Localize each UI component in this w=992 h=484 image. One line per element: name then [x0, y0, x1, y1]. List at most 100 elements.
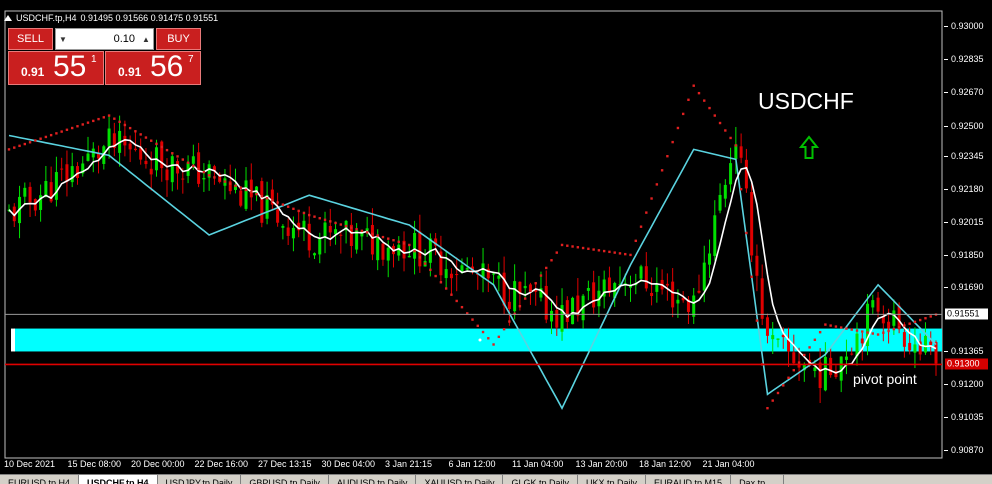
- parabolic-sar-dot: [444, 287, 448, 290]
- candle-body: [312, 253, 316, 256]
- parabolic-sar-dot: [576, 246, 580, 249]
- parabolic-sar-dot: [13, 146, 16, 149]
- parabolic-sar-dot: [171, 152, 174, 155]
- parabolic-sar-dot: [808, 346, 811, 349]
- parabolic-sar-dot: [365, 231, 369, 234]
- candle-body: [676, 299, 680, 304]
- parabolic-sar-dot: [592, 248, 595, 251]
- candle-body: [565, 300, 569, 322]
- sell-quote[interactable]: 0.91 55 1: [8, 50, 104, 85]
- decrease-lot-icon[interactable]: ▼: [56, 35, 70, 44]
- lot-size-stepper[interactable]: ▼ 0.10 ▲: [55, 28, 154, 50]
- parabolic-sar-dot: [234, 184, 237, 187]
- parabolic-sar-dot: [297, 209, 300, 213]
- parabolic-sar-dot: [666, 154, 669, 158]
- parabolic-sar-dot: [587, 247, 590, 250]
- parabolic-sar-dot: [571, 245, 574, 248]
- candle-body: [444, 269, 448, 279]
- chart-header: USDCHF.tp,H4 0.91495 0.91566 0.91475 0.9…: [4, 11, 218, 25]
- ohlc-values: 0.91495 0.91566 0.91475 0.91551: [80, 13, 219, 23]
- candle-body: [792, 352, 796, 364]
- buy-button[interactable]: BUY: [156, 28, 201, 50]
- candle-body: [276, 209, 280, 223]
- candle-body: [871, 300, 875, 308]
- candle-body: [713, 215, 717, 256]
- parabolic-sar-dot: [118, 120, 121, 124]
- parabolic-sar-dot: [49, 133, 53, 137]
- parabolic-sar-dot: [697, 91, 701, 95]
- candle-body: [70, 166, 74, 183]
- parabolic-sar-dot: [413, 249, 416, 253]
- price-label: 0.91690: [944, 281, 984, 292]
- candle-body: [44, 180, 48, 197]
- parabolic-sar-dot: [539, 274, 543, 277]
- parabolic-sar-dot: [508, 320, 511, 323]
- parabolic-sar-dot: [502, 327, 506, 331]
- candle-body: [776, 338, 780, 340]
- collapse-triangle-icon[interactable]: [4, 15, 12, 21]
- parabolic-sar-dot: [434, 274, 437, 278]
- parabolic-sar-dot: [418, 256, 422, 259]
- parabolic-sar-dot: [608, 250, 611, 254]
- parabolic-sar-dot: [60, 130, 63, 133]
- candle-body: [418, 231, 422, 267]
- time-label: 3 Jan 21:15: [385, 459, 433, 469]
- pivot-point-label: pivot point: [853, 371, 917, 387]
- time-label: 10 Dec 2021: [4, 459, 56, 469]
- parabolic-sar-dot: [713, 114, 716, 117]
- price-label: 0.91035: [944, 412, 984, 423]
- lot-size-input[interactable]: 0.10: [70, 33, 139, 45]
- parabolic-sar-dot: [861, 330, 864, 333]
- parabolic-sar-dot: [402, 242, 406, 245]
- parabolic-sar-dot: [34, 139, 37, 142]
- sell-button[interactable]: SELL: [8, 28, 53, 50]
- candle-body: [902, 332, 906, 347]
- parabolic-sar-dot: [739, 188, 743, 191]
- parabolic-sar-dot: [887, 329, 890, 333]
- candle-body: [897, 305, 901, 330]
- parabolic-sar-dot: [102, 116, 106, 119]
- candle-body: [370, 224, 374, 255]
- time-label: 21 Jan 04:00: [702, 459, 755, 469]
- parabolic-sar-dot: [229, 182, 232, 185]
- candle-body: [54, 172, 58, 200]
- candle-body: [249, 179, 253, 198]
- candle-body: [655, 284, 659, 292]
- candle-body: [892, 310, 896, 326]
- candle-body: [144, 160, 148, 165]
- parabolic-sar-dot: [545, 266, 548, 270]
- parabolic-sar-dot: [929, 315, 932, 318]
- parabolic-sar-dot: [897, 326, 901, 329]
- parabolic-sar-dot: [782, 384, 785, 387]
- candle-body: [281, 225, 285, 228]
- candle-body: [165, 169, 169, 181]
- parabolic-sar-dot: [350, 226, 353, 229]
- parabolic-sar-dot: [618, 252, 622, 255]
- parabolic-sar-dot: [824, 323, 827, 326]
- parabolic-sar-dot: [797, 361, 801, 364]
- parabolic-sar-dot: [839, 326, 843, 329]
- parabolic-sar-dot: [476, 324, 479, 328]
- candle-body: [718, 194, 722, 211]
- parabolic-sar-dot: [550, 259, 553, 262]
- parabolic-sar-dot: [323, 218, 327, 222]
- parabolic-sar-dot: [724, 129, 727, 132]
- candle-body: [507, 301, 511, 309]
- parabolic-sar-dot: [624, 252, 627, 256]
- candle-body: [744, 159, 748, 189]
- parabolic-sar-dot: [518, 305, 522, 308]
- parabolic-sar-dot: [560, 243, 564, 247]
- price-chart[interactable]: USDCHF.tp,H4 0.91495 0.91566 0.91475 0.9…: [0, 0, 992, 484]
- parabolic-sar-dot: [202, 170, 206, 174]
- candle-body: [697, 290, 701, 293]
- parabolic-sar-dot: [455, 299, 458, 303]
- increase-lot-icon[interactable]: ▲: [139, 35, 153, 44]
- price-label: 0.92015: [944, 217, 984, 228]
- candle-body: [339, 234, 343, 236]
- parabolic-sar-dot: [186, 161, 190, 164]
- candle-body: [639, 266, 643, 279]
- buy-quote[interactable]: 0.91 56 7: [105, 50, 201, 85]
- candle-body: [407, 255, 411, 258]
- parabolic-sar-dot: [771, 399, 774, 402]
- sell-quote-prefix: 0.91: [21, 65, 45, 79]
